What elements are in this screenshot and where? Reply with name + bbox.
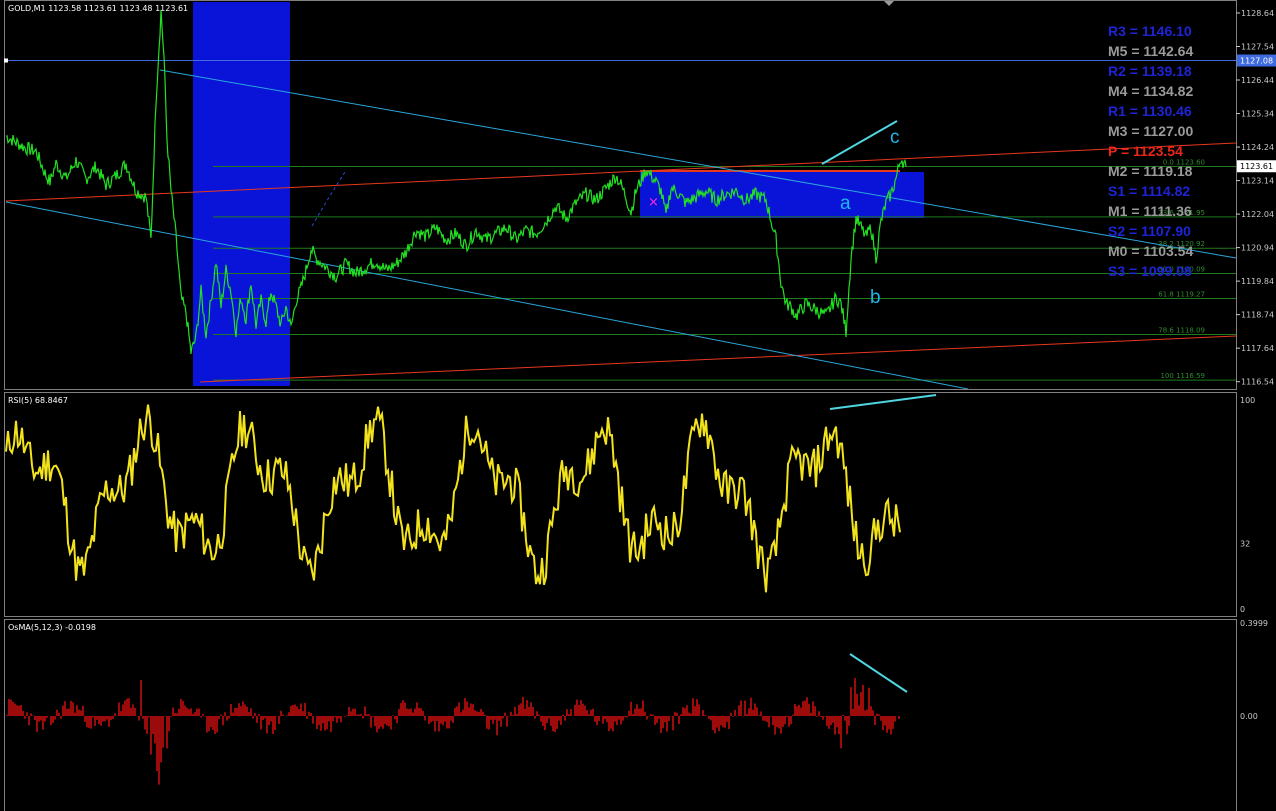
price-tick-label: 1122.04 [1241, 210, 1274, 219]
osma-tick-label: 0.00 [1240, 712, 1258, 721]
price-tick-label: 1128.64 [1241, 9, 1274, 18]
price-tick-label: 1119.84 [1241, 277, 1274, 286]
price-tick-label: 1124.24 [1241, 143, 1274, 152]
current-price-label: 1123.61 [1240, 162, 1273, 171]
trendline-lower [199, 335, 1237, 383]
dashed-arc [311, 171, 346, 227]
fib-label: 61.8 1119.27 [1158, 290, 1205, 298]
price-tick-label: 1116.54 [1241, 378, 1274, 387]
wave-label-b: b [870, 287, 881, 308]
channel-upper [159, 69, 1237, 259]
pivot-label: M2 = 1119.18 [1108, 163, 1193, 179]
rsi-tick-label: 100 [1240, 396, 1255, 405]
rsi-title: RSI(5) 68.8467 [8, 396, 68, 405]
price-tick-label: 1118.74 [1241, 311, 1274, 320]
pivot-label: M5 = 1142.64 [1108, 43, 1193, 59]
fib-label: 100 1116.59 [1160, 372, 1205, 380]
blue-zone-left [193, 2, 290, 386]
fib-label: 78.6 1118.09 [1158, 326, 1205, 334]
rsi-line [5, 404, 901, 593]
osma-tick-label: 0.3999 [1240, 619, 1268, 628]
main-panel-frame [4, 0, 1237, 390]
pivot-label: R1 = 1130.46 [1108, 103, 1192, 119]
rsi-tick-label: 32 [1240, 540, 1250, 549]
wave-label-c: c [890, 127, 900, 148]
divergence-line-rsi [829, 394, 937, 410]
divergence-line-osma [849, 653, 908, 693]
chart-canvas: 0.0 1123.6023.6 1121.9538.2 1120.9250.0 … [4, 0, 1276, 811]
cross-marker: × [648, 195, 659, 210]
pivot-label: S3 = 1099.08 [1108, 263, 1192, 279]
wave-label-a: a [840, 193, 851, 214]
pivot-label: R2 = 1139.18 [1108, 63, 1192, 79]
scroll-marker-icon[interactable] [884, 1, 894, 6]
pivot-label: M4 = 1134.82 [1108, 83, 1193, 99]
pivot-label: S2 = 1107.90 [1108, 223, 1191, 239]
price-tick-label: 1125.34 [1241, 110, 1274, 119]
price-tick-label: 1123.14 [1241, 177, 1274, 186]
price-tick-label: 1127.54 [1241, 42, 1274, 51]
osma-title: OsMA(5,12,3) -0.0198 [8, 623, 96, 632]
pivot-label: M1 = 1111.36 [1108, 203, 1192, 219]
rsi-tick-label: 0 [1240, 605, 1245, 614]
pivot-label: M0 = 1103.54 [1108, 243, 1193, 259]
price-tick-label: 1117.64 [1241, 344, 1274, 353]
chart-title: GOLD,M1 1123.58 1123.61 1123.48 1123.61 [8, 4, 188, 13]
price-tick-label: 1120.94 [1241, 244, 1274, 253]
trendline-upper [5, 142, 1237, 202]
price-tick-label: 1126.44 [1241, 76, 1274, 85]
pivot-label: S1 = 1114.82 [1108, 183, 1190, 199]
line-price-label: 1127.08 [1240, 57, 1273, 66]
divergence-line-price [821, 120, 898, 165]
pivot-label: P = 1123.54 [1108, 143, 1183, 159]
pivot-label: M3 = 1127.00 [1108, 123, 1193, 139]
line-handle [4, 58, 8, 63]
pivot-label: R3 = 1146.10 [1108, 23, 1192, 39]
